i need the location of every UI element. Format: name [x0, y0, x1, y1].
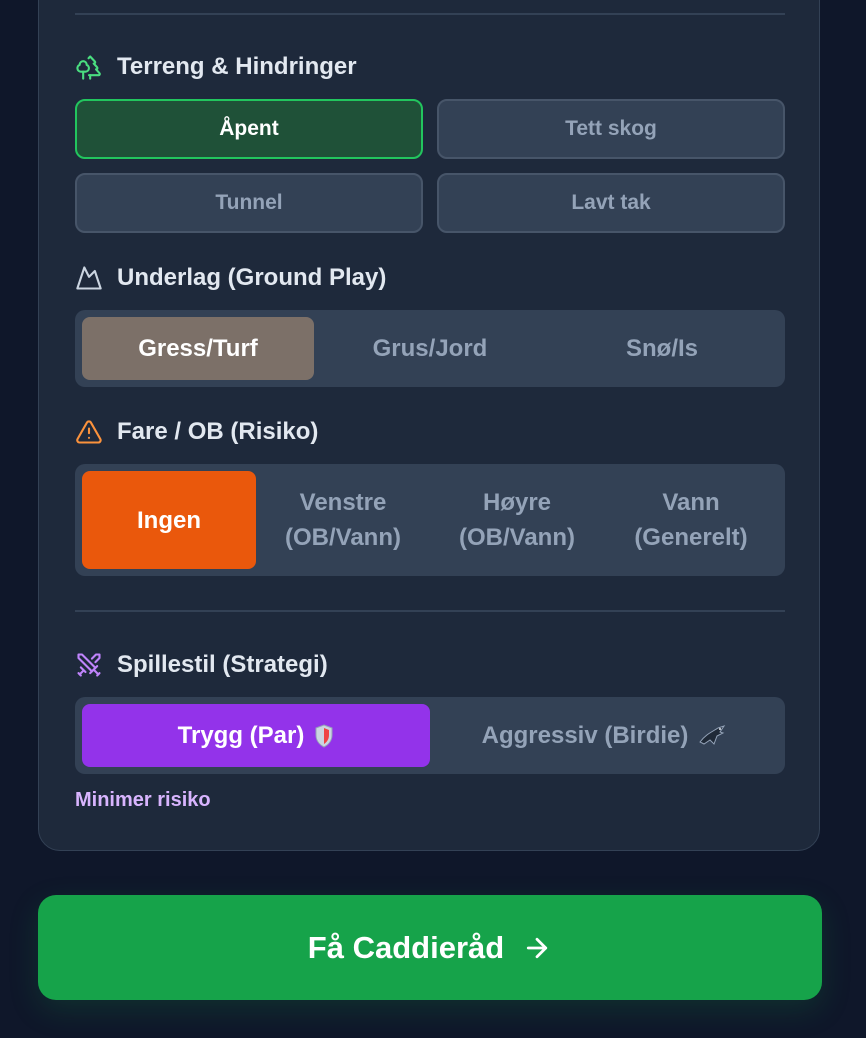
ground-option-gravel[interactable]: Grus/Jord	[314, 317, 546, 380]
style-option-label: Trygg (Par)	[177, 722, 305, 749]
hazard-segmented-control: Ingen Venstre (OB/Vann) Høyre (OB/Vann) …	[75, 464, 785, 576]
eagle-icon	[699, 724, 726, 745]
style-segmented-control: Trygg (Par) Aggressiv (Birdie)	[75, 697, 785, 774]
hazard-option-label: Venstre	[299, 489, 387, 516]
hazard-option-label: Høyre	[482, 489, 552, 516]
hazard-option-sublabel: (Generelt)	[634, 524, 748, 551]
arrow-right-icon	[527, 937, 548, 958]
terrain-title: Terreng & Hindringer	[117, 53, 357, 80]
hazard-option-none[interactable]: Ingen	[82, 471, 256, 569]
hazard-title: Fare / OB (Risiko)	[117, 418, 319, 445]
hazard-header: Fare / OB (Risiko)	[75, 417, 318, 447]
hazard-option-sublabel: (OB/Vann)	[284, 524, 401, 551]
ground-option-turf[interactable]: Gress/Turf	[82, 317, 314, 380]
cta-label: Få Caddieråd	[307, 929, 505, 965]
ground-segmented-control: Gress/Turf Grus/Jord Snø/Is	[75, 310, 785, 387]
terrain-option-tunnel[interactable]: Tunnel	[75, 173, 423, 233]
warning-icon	[76, 420, 102, 444]
ground-title: Underlag (Ground Play)	[117, 264, 387, 291]
trees-icon	[76, 55, 101, 80]
hazard-option-water[interactable]: Vann (Generelt)	[604, 471, 778, 569]
ground-option-snow[interactable]: Snø/Is	[546, 317, 778, 380]
get-caddie-advice-button[interactable]: Få Caddieråd	[38, 895, 822, 1000]
hazard-option-left[interactable]: Venstre (OB/Vann)	[256, 471, 430, 569]
style-option-label: Aggressiv (Birdie)	[481, 722, 689, 749]
swords-icon	[77, 653, 101, 677]
style-hint: Minimer risiko	[75, 789, 211, 811]
terrain-header: Terreng & Hindringer	[75, 52, 357, 82]
hazard-option-sublabel: (OB/Vann)	[458, 524, 575, 551]
hazard-option-label: Vann	[662, 489, 720, 516]
style-header: Spillestil (Strategi)	[75, 650, 328, 680]
section-divider	[75, 610, 785, 612]
hazard-option-right[interactable]: Høyre (OB/Vann)	[430, 471, 604, 569]
style-option-safe[interactable]: Trygg (Par)	[82, 704, 430, 767]
terrain-option-open[interactable]: Åpent	[75, 99, 423, 159]
terrain-option-low-ceiling[interactable]: Lavt tak	[437, 173, 785, 233]
terrain-option-dense-forest[interactable]: Tett skog	[437, 99, 785, 159]
mountain-icon	[76, 266, 102, 290]
hazard-option-label: Ingen	[137, 506, 201, 534]
top-divider	[75, 13, 785, 15]
style-title: Spillestil (Strategi)	[117, 651, 328, 678]
shield-icon	[315, 723, 333, 748]
ground-header: Underlag (Ground Play)	[75, 263, 386, 293]
style-option-aggressive[interactable]: Aggressiv (Birdie)	[430, 704, 778, 767]
